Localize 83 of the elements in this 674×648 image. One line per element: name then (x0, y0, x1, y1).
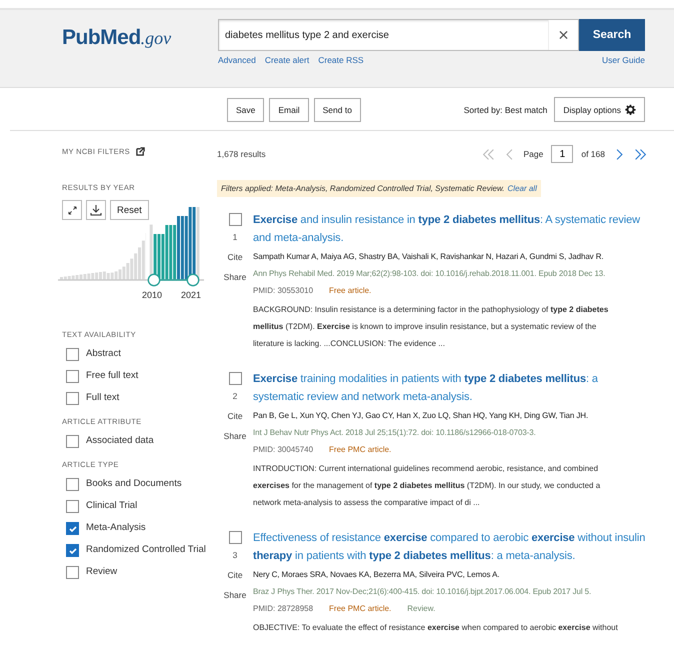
article-tag: Free PMC article. (329, 600, 392, 617)
search-field[interactable]: diabetes mellitus type 2 and exercise × (218, 19, 579, 51)
authors-text: Pan B, Ge L, Xun YQ, Chen YJ, Gao CY, Han X, Zuo LQ, Shan HQ, Yang KH, Ding GW, Tian JH. (253, 410, 590, 422)
user-guide-link[interactable]: User Guide (602, 55, 645, 65)
checkbox[interactable] (66, 522, 79, 535)
page-total: of 168 (581, 149, 605, 159)
checkbox[interactable] (66, 392, 79, 405)
action-button[interactable]: Send to (314, 98, 361, 122)
share-link[interactable]: Share (224, 431, 246, 441)
article-tag: Review. (407, 600, 436, 617)
checkbox-label[interactable]: Associated data (86, 434, 154, 448)
checkbox-label[interactable]: Books and Documents (86, 477, 182, 491)
share-link[interactable]: Share (224, 272, 246, 282)
action-button[interactable]: Save (227, 98, 264, 122)
download-icon (90, 204, 102, 216)
checkbox[interactable] (66, 478, 79, 491)
action-button[interactable]: Email (269, 98, 309, 122)
gear-icon (625, 104, 636, 115)
article-title-link[interactable]: Exercise and insulin resistance in type 2 diabetes mellitus: A systematic review and meta-analysis. (253, 211, 647, 247)
share-link[interactable]: Share (224, 590, 246, 600)
header-link[interactable]: Create alert (264, 55, 310, 65)
search-button[interactable]: Search (579, 19, 645, 51)
article-tag: Free PMC article. (329, 441, 392, 458)
checkbox[interactable] (228, 372, 242, 385)
cite-link[interactable]: Cite (227, 411, 243, 421)
reset-button[interactable]: Reset (110, 200, 149, 220)
checkbox[interactable] (66, 566, 79, 579)
article-title-link[interactable]: Exercise training modalities in patients with type 2 diabetes mellitus: a systematic review and network meta-analysis. (253, 370, 647, 406)
result-number: 2 (232, 391, 238, 401)
filters-text: Filters applied: Meta-Analysis, Randomized Controlled Trial, Systematic Review. (221, 184, 505, 193)
page-label: Page (524, 149, 544, 159)
pmid-text: PMID: 28728958 (253, 603, 314, 615)
article-title-link[interactable]: Effectiveness of resistance exercise compared to aerobic exercise without insulin therapy in patients with type 2 diabetes mellitus: a meta-analysis. (253, 529, 647, 565)
cite-link[interactable]: Cite (227, 570, 243, 580)
range-handle[interactable] (186, 273, 200, 287)
abstract-snippet: INTRODUCTION: Current international guidelines recommend aerobic, resistance, and combined exercises for the management of type 2 diabetes mellitus (T2DM). In our study, we conducted a network meta-analysis to assess the comparative impact of di ... (253, 463, 602, 509)
expand-icon (68, 206, 76, 214)
page-field[interactable]: 1 (551, 145, 574, 163)
checkbox-label[interactable]: Free full text (86, 369, 138, 383)
citation-text: Int J Behav Nutr Phys Act. 2018 Jul 25;15(1):72. doi: 10.1186/s12966-018-0703-3. (253, 427, 537, 439)
header-link[interactable]: Advanced (218, 55, 256, 65)
sort-label: Sorted by: Best match (464, 104, 548, 114)
clear-all-link[interactable]: Clear all (508, 184, 537, 193)
range-handle[interactable] (147, 273, 161, 287)
checkbox-label[interactable]: Full text (86, 391, 120, 405)
checkbox[interactable] (228, 213, 242, 226)
pmid-text: PMID: 30553010 (253, 285, 314, 297)
checkbox-label[interactable]: Review (86, 565, 118, 579)
checkbox-label[interactable]: Abstract (86, 347, 121, 361)
results-count: 1,678 results (217, 149, 266, 159)
citation-text: Ann Phys Rehabil Med. 2019 Mar;62(2):98-103. doi: 10.1016/j.rehab.2018.11.001. Epub 2018 Dec 13. (253, 268, 606, 280)
checkbox[interactable] (228, 531, 242, 544)
checkbox[interactable] (66, 500, 79, 513)
check-icon (68, 546, 78, 556)
cite-link[interactable]: Cite (227, 252, 243, 262)
header-link[interactable]: Create RSS (318, 55, 364, 65)
result-number: 1 (232, 232, 238, 242)
year-label: 2010 (142, 290, 162, 300)
article-tag: Free article. (329, 282, 372, 299)
checkbox-label[interactable]: Clinical Trial (86, 499, 138, 513)
authors-text: Nery C, Moraes SRA, Novaes KA, Bezerra MA, Silveira PVC, Lemos A. (253, 569, 500, 581)
checkbox[interactable] (66, 348, 79, 361)
check-icon (68, 524, 78, 534)
pmid-text: PMID: 30045740 (253, 444, 314, 456)
pubmed-logo[interactable]: PubMed.gov (62, 19, 218, 75)
expand-button[interactable] (62, 200, 82, 220)
clear-button[interactable]: × (548, 20, 578, 50)
checkbox-label[interactable]: Meta-Analysis (86, 521, 146, 535)
display-options-button[interactable]: Display options (554, 97, 645, 122)
download-button[interactable] (86, 200, 106, 220)
last-page-icon[interactable] (634, 146, 647, 162)
checkbox-label[interactable]: Randomized Controlled Trial (86, 543, 206, 557)
abstract-snippet: BACKGROUND: Insulin resistance is a determining factor in the pathophysiology of type 2 diabetes mellitus (T2DM). Exercise is known to improve insulin resistance, but a systematic review of the literature is lacking. ...CONCLUSION: The evidence ... (253, 304, 610, 350)
first-page-icon[interactable] (482, 146, 494, 162)
checkbox[interactable] (66, 544, 79, 557)
checkbox[interactable] (66, 435, 79, 448)
abstract-snippet: OBJECTIVE: To evaluate the effect of resistance exercise when compared to aerobic exercise without (253, 622, 619, 634)
external-link-icon[interactable] (136, 147, 145, 156)
citation-text: Braz J Phys Ther. 2017 Nov-Dec;21(6):400-415. doi: 10.1016/j.bjpt.2017.06.004. Epub 2017 Jul 5. (253, 586, 592, 598)
result-number: 3 (232, 550, 238, 560)
year-label: 2021 (181, 290, 202, 300)
authors-text: Sampath Kumar A, Maiya AG, Shastry BA, Vaishali K, Ravishankar N, Hazari A, Gundmi S, Jadhav R. (253, 251, 605, 263)
checkbox[interactable] (66, 370, 79, 383)
